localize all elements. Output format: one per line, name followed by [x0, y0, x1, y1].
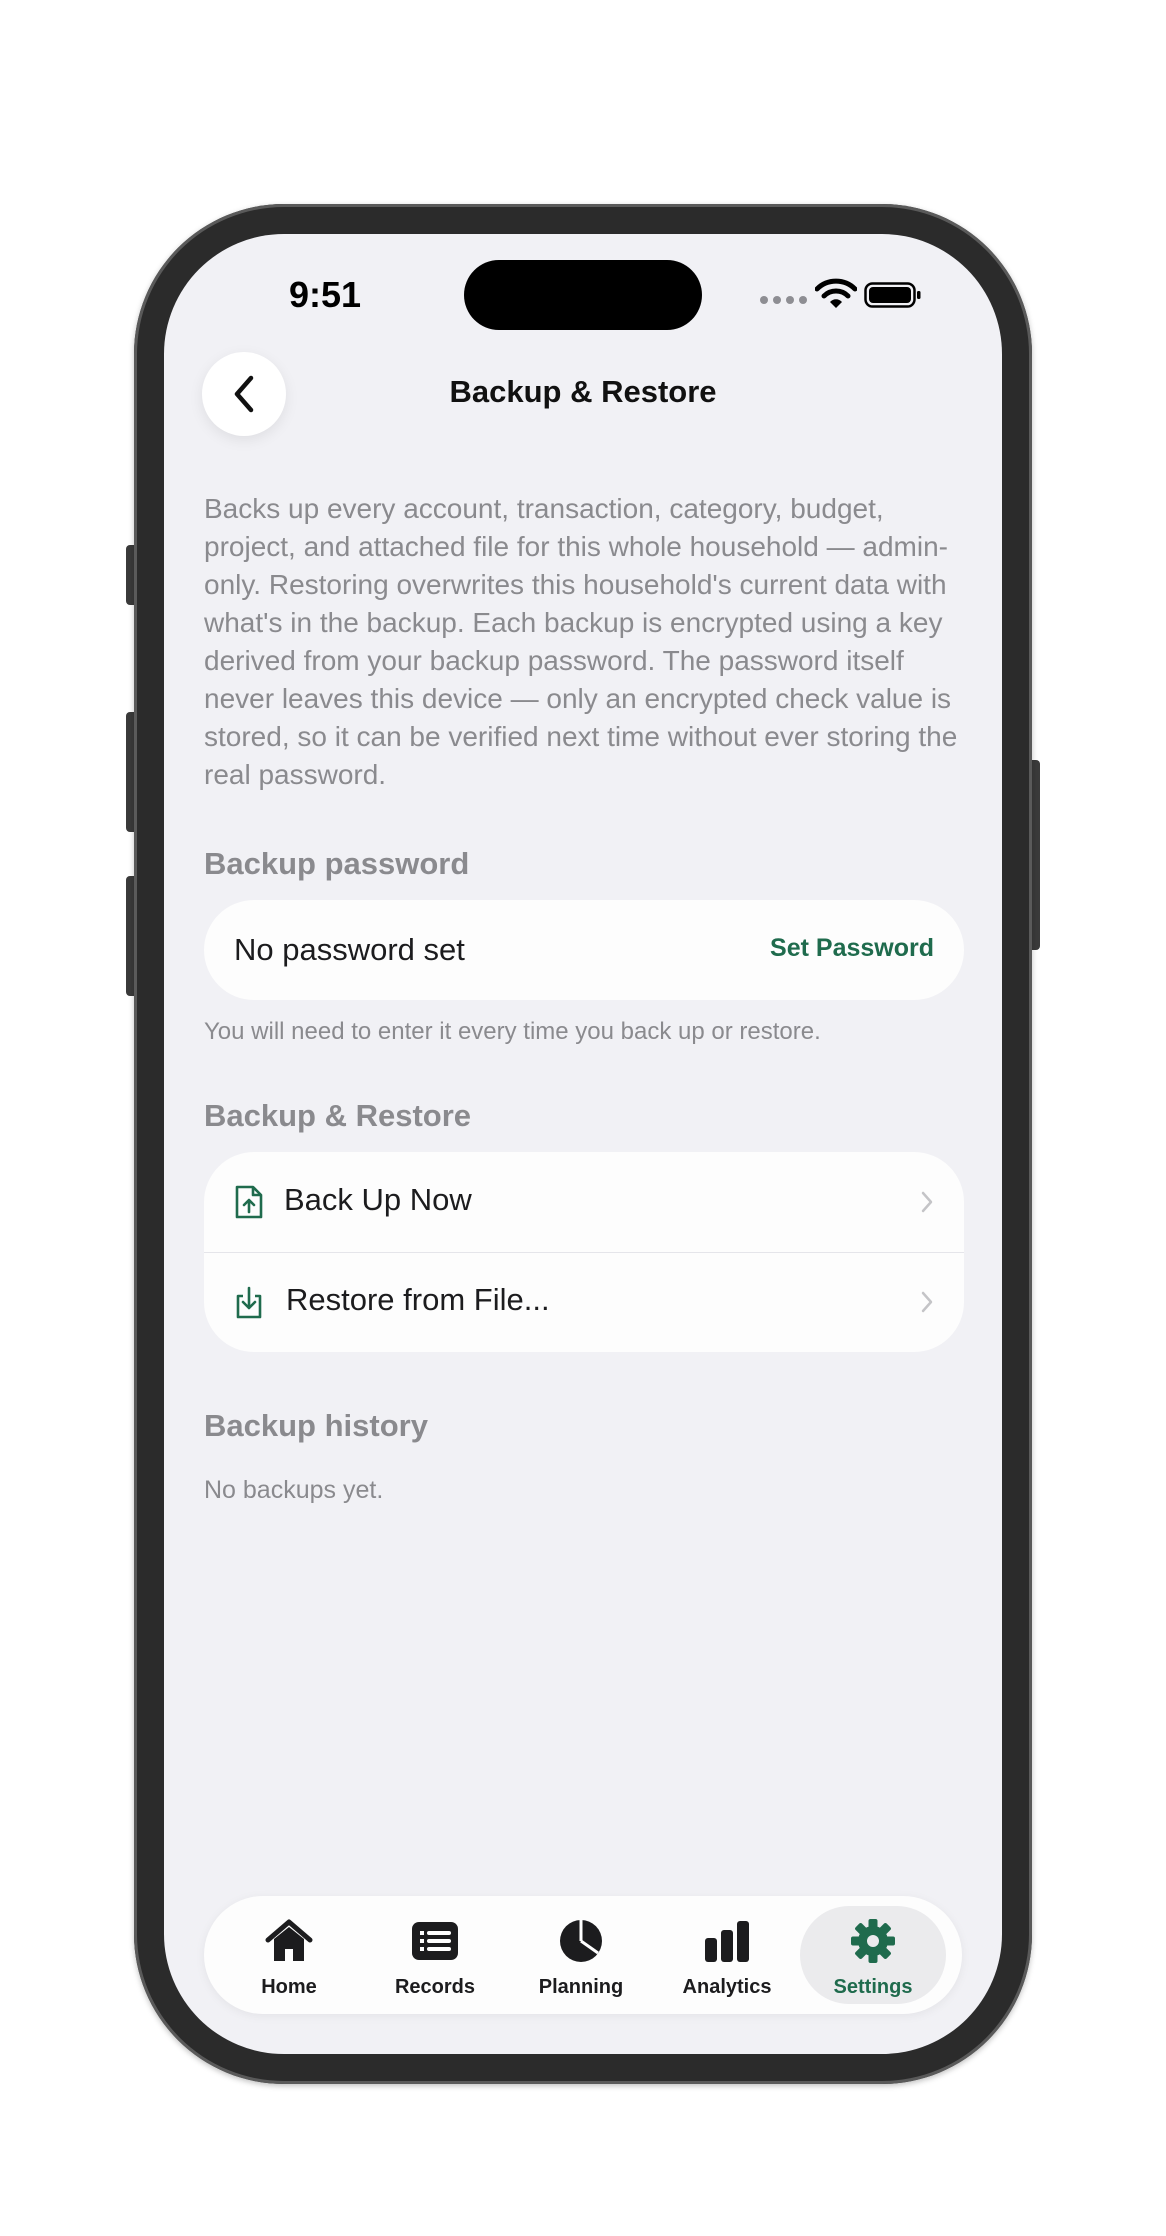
pie-chart-icon	[560, 1920, 602, 1962]
house-icon	[265, 1919, 313, 1961]
tab-analytics[interactable]: Analytics	[654, 1906, 800, 2004]
battery-icon	[864, 282, 921, 308]
section-header-backup: Backup & Restore	[204, 1098, 472, 1133]
list-icon	[412, 1922, 458, 1960]
password-card: No password set Set Password	[204, 900, 964, 1000]
file-upload-icon	[235, 1185, 263, 1219]
tab-label-analytics: Analytics	[682, 1976, 772, 1998]
tab-home[interactable]: Home	[216, 1906, 362, 2004]
phone-screen: 9:51 Backup & Restore Backs up every acc…	[164, 234, 1002, 2054]
tab-bar: Home Records Planning Analytics Settings	[204, 1896, 962, 2014]
description-text: Backs up every account, transaction, cat…	[204, 493, 958, 790]
gear-icon	[851, 1919, 895, 1963]
backup-card: Back Up Now Restore from File...	[204, 1152, 964, 1352]
tab-label-records: Records	[394, 1976, 476, 1998]
page-title: Backup & Restore	[449, 374, 717, 409]
section-header-password: Backup password	[204, 846, 470, 881]
back-up-now-row[interactable]: Back Up Now	[204, 1152, 964, 1253]
wifi-icon	[815, 278, 857, 308]
status-time: 9:51	[289, 274, 362, 315]
tab-label-settings: Settings	[833, 1976, 913, 1998]
tab-label-planning: Planning	[538, 1976, 624, 1998]
password-footnote: You will need to enter it every time you…	[204, 1018, 821, 1045]
restore-from-file-label: Restore from File...	[286, 1282, 550, 1317]
cellular-signal-icon	[760, 296, 807, 304]
download-tray-icon	[236, 1286, 262, 1319]
bar-chart-icon	[705, 1921, 749, 1962]
tab-settings[interactable]: Settings	[800, 1906, 946, 2004]
dynamic-island	[464, 260, 702, 330]
chevron-right-icon	[921, 1191, 933, 1213]
password-status: No password set	[234, 932, 465, 967]
tab-label-home: Home	[261, 1976, 317, 1998]
chevron-right-icon	[921, 1291, 933, 1313]
set-password-button[interactable]: Set Password	[770, 934, 934, 963]
tab-records[interactable]: Records	[362, 1906, 508, 2004]
section-header-history: Backup history	[204, 1408, 428, 1443]
back-up-now-label: Back Up Now	[284, 1182, 472, 1217]
restore-from-file-row[interactable]: Restore from File...	[204, 1252, 964, 1352]
tab-planning[interactable]: Planning	[508, 1906, 654, 2004]
history-empty-text: No backups yet.	[204, 1476, 384, 1504]
